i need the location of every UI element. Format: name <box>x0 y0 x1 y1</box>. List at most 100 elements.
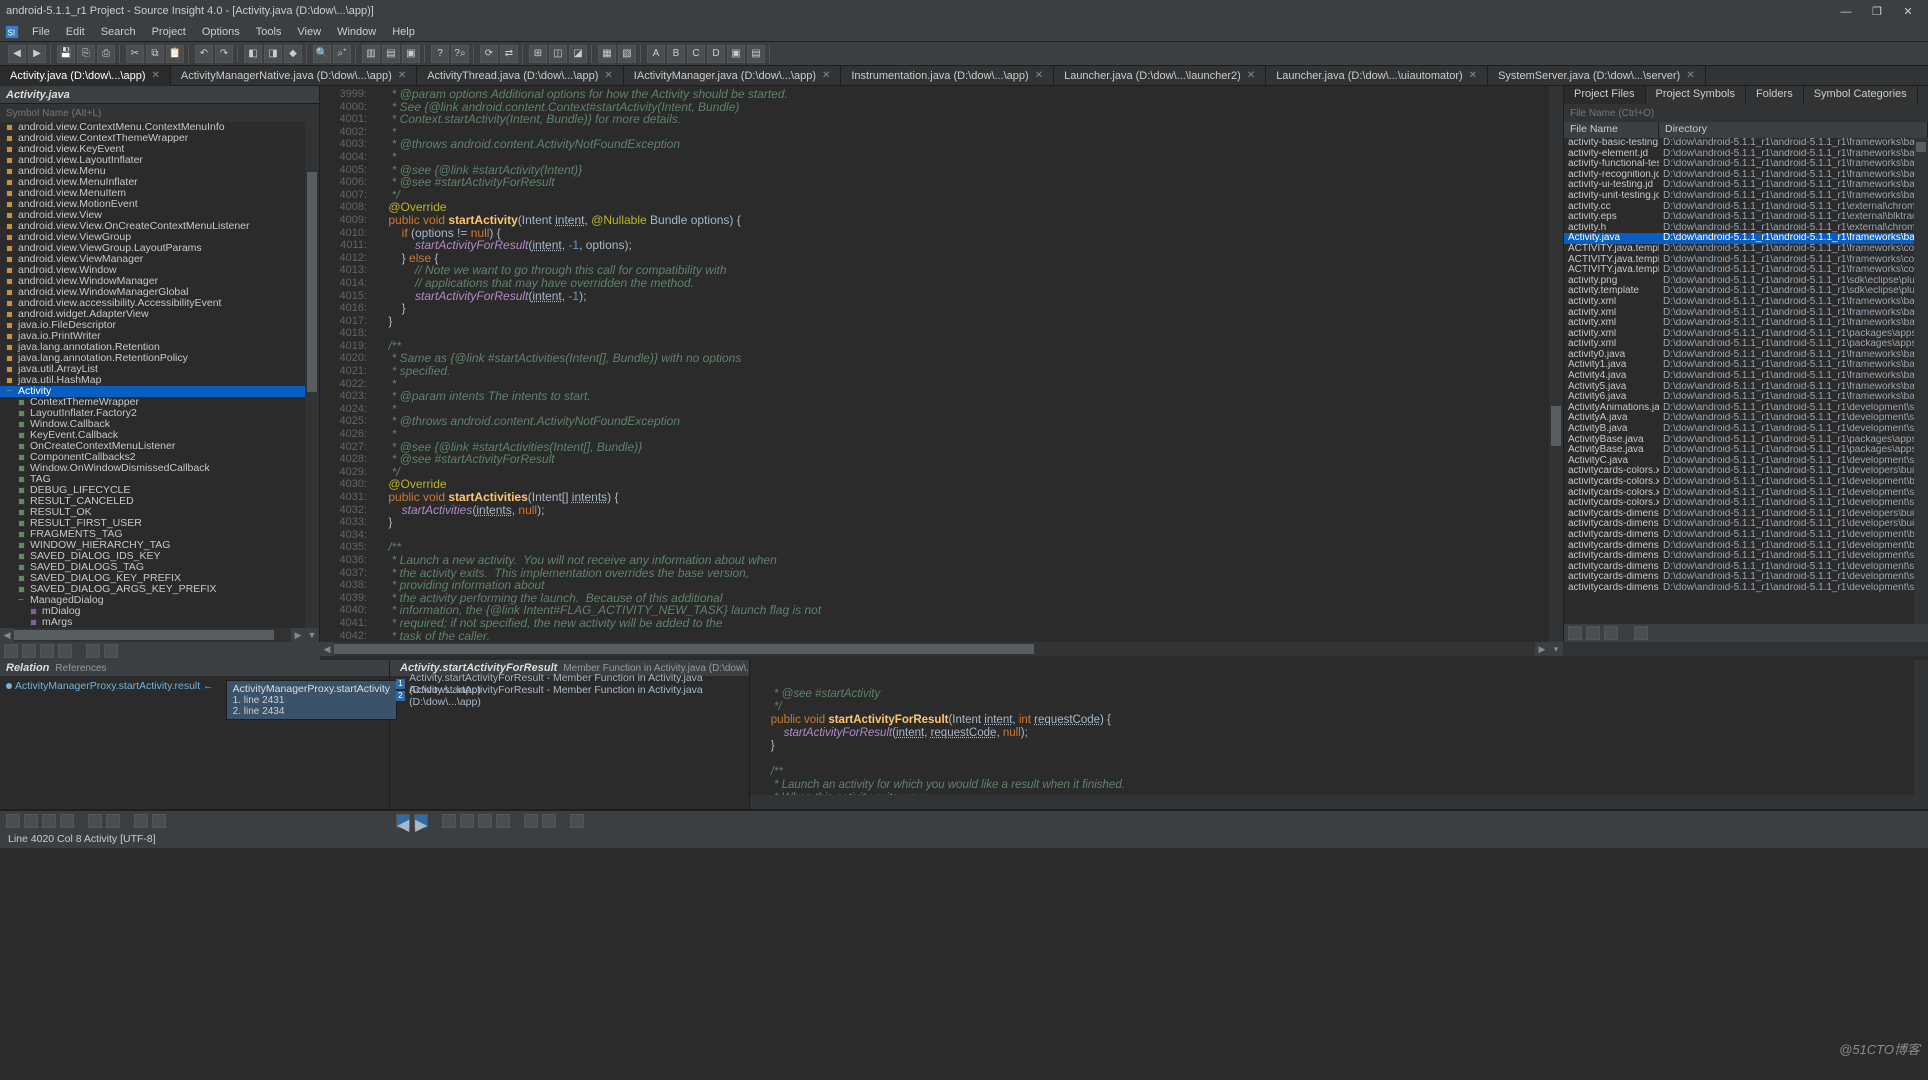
relation-target[interactable]: ActivityManagerProxy.startActivity 1. li… <box>226 680 397 720</box>
sync-files-icon[interactable]: ⇄ <box>500 45 518 63</box>
tab-close-icon[interactable]: ✕ <box>1035 70 1043 81</box>
file-row[interactable]: activity.xmlD:\dow\android-5.1.1_r1\andr… <box>1564 297 1928 308</box>
ref-f-icon[interactable]: ▤ <box>747 45 765 63</box>
save-icon[interactable]: 💾 <box>57 45 75 63</box>
tile-h-icon[interactable]: ▥ <box>362 45 380 63</box>
help-search-icon[interactable]: ?⌕ <box>451 45 469 63</box>
file-row[interactable]: ACTIVITY.java.templaD:\dow\android-5.1.1… <box>1564 255 1928 266</box>
lookup-row[interactable]: 2Activity.startActivityForResult - Membe… <box>390 690 749 702</box>
menu-window[interactable]: Window <box>329 24 384 40</box>
paste-icon[interactable]: 📋 <box>166 45 184 63</box>
ed-scroll-left-icon[interactable]: ◀ <box>320 642 334 656</box>
file-row[interactable]: activity0.javaD:\dow\android-5.1.1_r1\an… <box>1564 350 1928 361</box>
file-row[interactable]: activitycards-dimens.D:\dow\android-5.1.… <box>1564 519 1928 530</box>
proj-refresh-icon[interactable] <box>1568 626 1582 640</box>
col-directory[interactable]: Directory <box>1659 122 1928 138</box>
sym-tree-icon[interactable] <box>40 644 54 658</box>
sym-filter-icon[interactable] <box>22 644 36 658</box>
file-filter-input[interactable] <box>1564 104 1928 122</box>
project-tab[interactable]: Project Files <box>1564 86 1646 104</box>
scroll-right-icon[interactable]: ▶ <box>291 628 305 642</box>
ed-scroll-right-icon[interactable]: ▶ <box>1535 642 1549 656</box>
rel-tb-1-icon[interactable] <box>6 814 20 828</box>
file-row[interactable]: ACTIVITY.java.templaD:\dow\android-5.1.1… <box>1564 265 1928 276</box>
sym-pause-icon[interactable] <box>86 644 100 658</box>
ed-scroll-menu-icon[interactable]: ▾ <box>1549 642 1563 656</box>
file-list[interactable]: activity-basic-testing.D:\dow\android-5.… <box>1564 138 1928 624</box>
tab-close-icon[interactable]: ✕ <box>1247 70 1255 81</box>
find-icon[interactable]: 🔍 <box>313 45 331 63</box>
outline-prev-icon[interactable]: ▦ <box>598 45 616 63</box>
tile-v-icon[interactable]: ▤ <box>382 45 400 63</box>
tab-close-icon[interactable]: ✕ <box>1686 70 1694 81</box>
rel-tb-6-icon[interactable] <box>106 814 120 828</box>
file-row[interactable]: activity.xmlD:\dow\android-5.1.1_r1\andr… <box>1564 308 1928 319</box>
lk-tb-6-icon[interactable] <box>542 814 556 828</box>
file-row[interactable]: ActivityBase.javaD:\dow\android-5.1.1_r1… <box>1564 435 1928 446</box>
lk-fwd-icon[interactable]: ▶ <box>414 814 428 828</box>
code-area[interactable]: * @param options Additional options for … <box>375 86 1563 642</box>
relation-icon[interactable]: ⊞ <box>529 45 547 63</box>
file-tab[interactable]: Instrumentation.java (D:\dow\...\app)✕ <box>841 66 1054 86</box>
tab-close-icon[interactable]: ✕ <box>604 70 612 81</box>
copy-icon[interactable]: ⧉ <box>146 45 164 63</box>
file-row[interactable]: ActivityBase.javaD:\dow\android-5.1.1_r1… <box>1564 445 1928 456</box>
rel-tb-5-icon[interactable] <box>88 814 102 828</box>
file-row[interactable]: activity-ui-testing.jdD:\dow\android-5.1… <box>1564 180 1928 191</box>
project-tab[interactable]: Project Symbols <box>1646 86 1746 104</box>
rel-tb-7-icon[interactable] <box>134 814 148 828</box>
file-row[interactable]: ActivityA.javaD:\dow\android-5.1.1_r1\an… <box>1564 413 1928 424</box>
file-row[interactable]: activitycards-dimens.D:\dow\android-5.1.… <box>1564 541 1928 552</box>
outline-next-icon[interactable]: ▧ <box>618 45 636 63</box>
sym-gear-icon[interactable] <box>104 644 118 658</box>
rel-tb-gear-icon[interactable] <box>152 814 166 828</box>
symbol-hscroll[interactable]: ◀ ▶ ▼ <box>0 628 319 642</box>
file-row[interactable]: activity-element.jdD:\dow\android-5.1.1_… <box>1564 149 1928 160</box>
ref-d-icon[interactable]: D <box>707 45 725 63</box>
find-in-files-icon[interactable]: ⌕⁺ <box>333 45 351 63</box>
file-row[interactable]: activity.xmlD:\dow\android-5.1.1_r1\andr… <box>1564 318 1928 329</box>
file-row[interactable]: ACTIVITY.java.templaD:\dow\android-5.1.1… <box>1564 244 1928 255</box>
snippet-hscroll[interactable]: ◀ ▶ <box>750 795 1928 809</box>
nav-fwd-icon[interactable]: ▶ <box>28 45 46 63</box>
sym-sort-icon[interactable] <box>4 644 18 658</box>
file-row[interactable]: activity-recognition.jdD:\dow\android-5.… <box>1564 170 1928 181</box>
file-row[interactable]: activity.pngD:\dow\android-5.1.1_r1\andr… <box>1564 276 1928 287</box>
file-row[interactable]: Activity5.javaD:\dow\android-5.1.1_r1\an… <box>1564 382 1928 393</box>
file-row[interactable]: ActivityB.javaD:\dow\android-5.1.1_r1\an… <box>1564 424 1928 435</box>
cascade-icon[interactable]: ▣ <box>402 45 420 63</box>
tab-close-icon[interactable]: ✕ <box>398 70 406 81</box>
ref-b-icon[interactable]: B <box>667 45 685 63</box>
nav-back-icon[interactable]: ◀ <box>8 45 26 63</box>
file-row[interactable]: activitycards-dimens.D:\dow\android-5.1.… <box>1564 572 1928 583</box>
symbol-scrollbar[interactable] <box>305 122 319 628</box>
file-row[interactable]: activitycards-dimens.D:\dow\android-5.1.… <box>1564 530 1928 541</box>
scroll-left-icon[interactable]: ◀ <box>0 628 14 642</box>
file-row[interactable]: activitycards-dimens.D:\dow\android-5.1.… <box>1564 551 1928 562</box>
file-row[interactable]: Activity6.javaD:\dow\android-5.1.1_r1\an… <box>1564 392 1928 403</box>
relation-root-link[interactable]: ActivityManagerProxy.startActivity.resul… <box>6 680 214 692</box>
lk-tb-4-icon[interactable] <box>496 814 510 828</box>
file-row[interactable]: activity.ccD:\dow\android-5.1.1_r1\andro… <box>1564 202 1928 213</box>
file-tab[interactable]: Activity.java (D:\dow\...\app)✕ <box>0 66 171 86</box>
file-row[interactable]: activity.xmlD:\dow\android-5.1.1_r1\andr… <box>1564 339 1928 350</box>
lk-tb-5-icon[interactable] <box>524 814 538 828</box>
symbol-search-input[interactable] <box>0 104 319 122</box>
lookup-list[interactable]: 1Activity.startActivityForResult - Membe… <box>390 676 749 809</box>
editor-vscroll[interactable] <box>1549 86 1563 642</box>
ref-a-icon[interactable]: A <box>647 45 665 63</box>
proj-open-icon[interactable] <box>1604 626 1618 640</box>
file-row[interactable]: activitycards-colors.xD:\dow\android-5.1… <box>1564 488 1928 499</box>
file-row[interactable]: activity-basic-testing.D:\dow\android-5.… <box>1564 138 1928 149</box>
file-row[interactable]: activitycards-dimens.D:\dow\android-5.1.… <box>1564 583 1928 594</box>
project-tab[interactable]: Symbol Categories <box>1804 86 1918 104</box>
project-hscroll[interactable] <box>1563 642 1928 656</box>
snippet-panel[interactable]: * @see #startActivity */ public void sta… <box>750 660 1928 809</box>
file-row[interactable]: activity-unit-testing.jcD:\dow\android-5… <box>1564 191 1928 202</box>
sym-lock-icon[interactable] <box>58 644 72 658</box>
file-row[interactable]: ActivityC.javaD:\dow\android-5.1.1_r1\an… <box>1564 456 1928 467</box>
undo-icon[interactable]: ↶ <box>195 45 213 63</box>
tab-close-icon[interactable]: ✕ <box>822 70 830 81</box>
menu-project[interactable]: Project <box>144 24 194 40</box>
code-editor[interactable]: 3999:4000:4001:4002:4003:4004:4005:4006:… <box>320 86 1563 642</box>
